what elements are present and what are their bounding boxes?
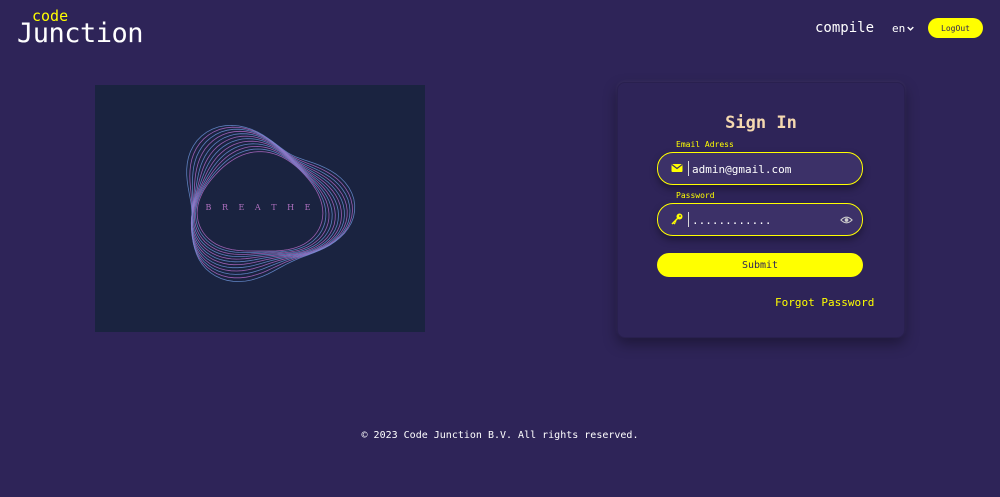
password-field[interactable]	[657, 203, 863, 236]
breathe-text: B R E A T H E	[206, 203, 315, 212]
envelope-icon	[671, 164, 683, 172]
password-field-divider	[688, 212, 689, 227]
language-label: en	[892, 22, 906, 35]
breathe-ring	[192, 140, 336, 260]
key-icon	[671, 213, 683, 225]
breathe-ring	[194, 145, 330, 255]
email-field-divider	[688, 161, 689, 176]
email-field[interactable]	[657, 152, 863, 185]
logo-main-text: Junction	[17, 18, 144, 49]
password-input[interactable]	[692, 210, 842, 230]
footer-copyright: © 2023 Code Junction B.V. All rights res…	[361, 430, 639, 441]
logo[interactable]: code Junction	[17, 9, 157, 49]
breathe-artwork: B R E A T H E	[95, 85, 425, 332]
breathe-rings-graphic: B R E A T H E	[186, 124, 356, 282]
chevron-down-icon	[907, 26, 915, 31]
signin-title: Sign In	[725, 113, 797, 133]
eye-icon[interactable]	[840, 215, 853, 225]
language-selector[interactable]: en	[892, 22, 915, 35]
breathe-ring	[191, 138, 339, 263]
signin-card: Sign In Email Adress Password Submit For…	[617, 82, 905, 338]
password-label: Password	[676, 191, 715, 200]
forgot-password-link[interactable]: Forgot Password	[775, 296, 874, 309]
submit-button[interactable]: Submit	[657, 253, 863, 277]
email-label: Email Adress	[676, 140, 734, 149]
email-input[interactable]	[692, 159, 842, 179]
logout-button[interactable]: LogOut	[928, 18, 983, 38]
nav-compile-link[interactable]: compile	[815, 20, 874, 36]
breathe-ring	[190, 133, 345, 269]
